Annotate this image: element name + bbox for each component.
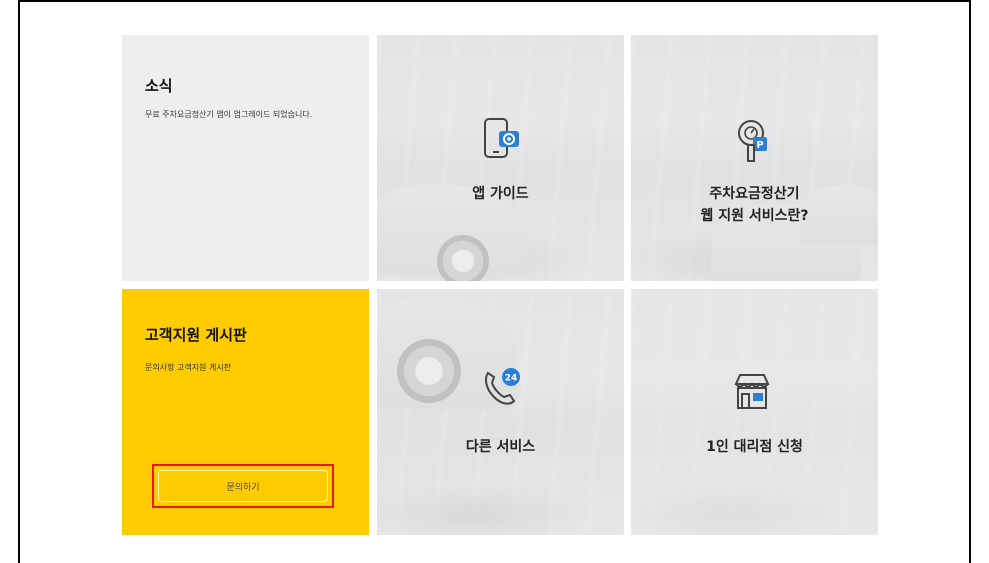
inquiry-button[interactable]: 문의하기 <box>158 470 328 502</box>
customer-support-tile: 고객지원 게시판 문의사항 고객지원 게시판 문의하기 <box>122 289 369 535</box>
news-description[interactable]: 무료 주차요금정산기 앱이 업그레이드 되었습니다. <box>145 109 345 120</box>
phone-24-icon: 24 <box>485 368 520 405</box>
web-service-label-line2: 웹 지원 서비스란? <box>700 208 809 224</box>
support-title: 고객지원 게시판 <box>145 326 247 344</box>
web-service-label-line1: 주차요금정산기 <box>709 186 800 202</box>
photo-overlay <box>377 289 624 535</box>
news-tile[interactable]: 소식 무료 주차요금정산기 앱이 업그레이드 되었습니다. <box>122 35 369 281</box>
phone-camera-icon <box>484 118 519 158</box>
app-guide-tile[interactable]: 앱 가이드 <box>377 35 624 281</box>
support-description: 문의사항 고객지원 게시판 <box>145 363 232 372</box>
svg-text:P: P <box>756 140 763 151</box>
app-guide-label: 앱 가이드 <box>472 186 529 202</box>
storefront-icon <box>734 374 770 409</box>
parking-meter-icon: P <box>738 120 767 162</box>
other-service-label: 다른 서비스 <box>465 439 536 455</box>
web-service-tile[interactable]: P 주차요금정산기 웹 지원 서비스란? <box>631 35 878 281</box>
news-title: 소식 <box>145 77 173 95</box>
photo-overlay <box>631 289 878 535</box>
agency-application-tile[interactable]: 1인 대리점 신청 <box>631 289 878 535</box>
svg-text:24: 24 <box>505 374 518 384</box>
agency-label: 1인 대리점 신청 <box>706 439 803 455</box>
other-service-tile[interactable]: 24 다른 서비스 <box>377 289 624 535</box>
